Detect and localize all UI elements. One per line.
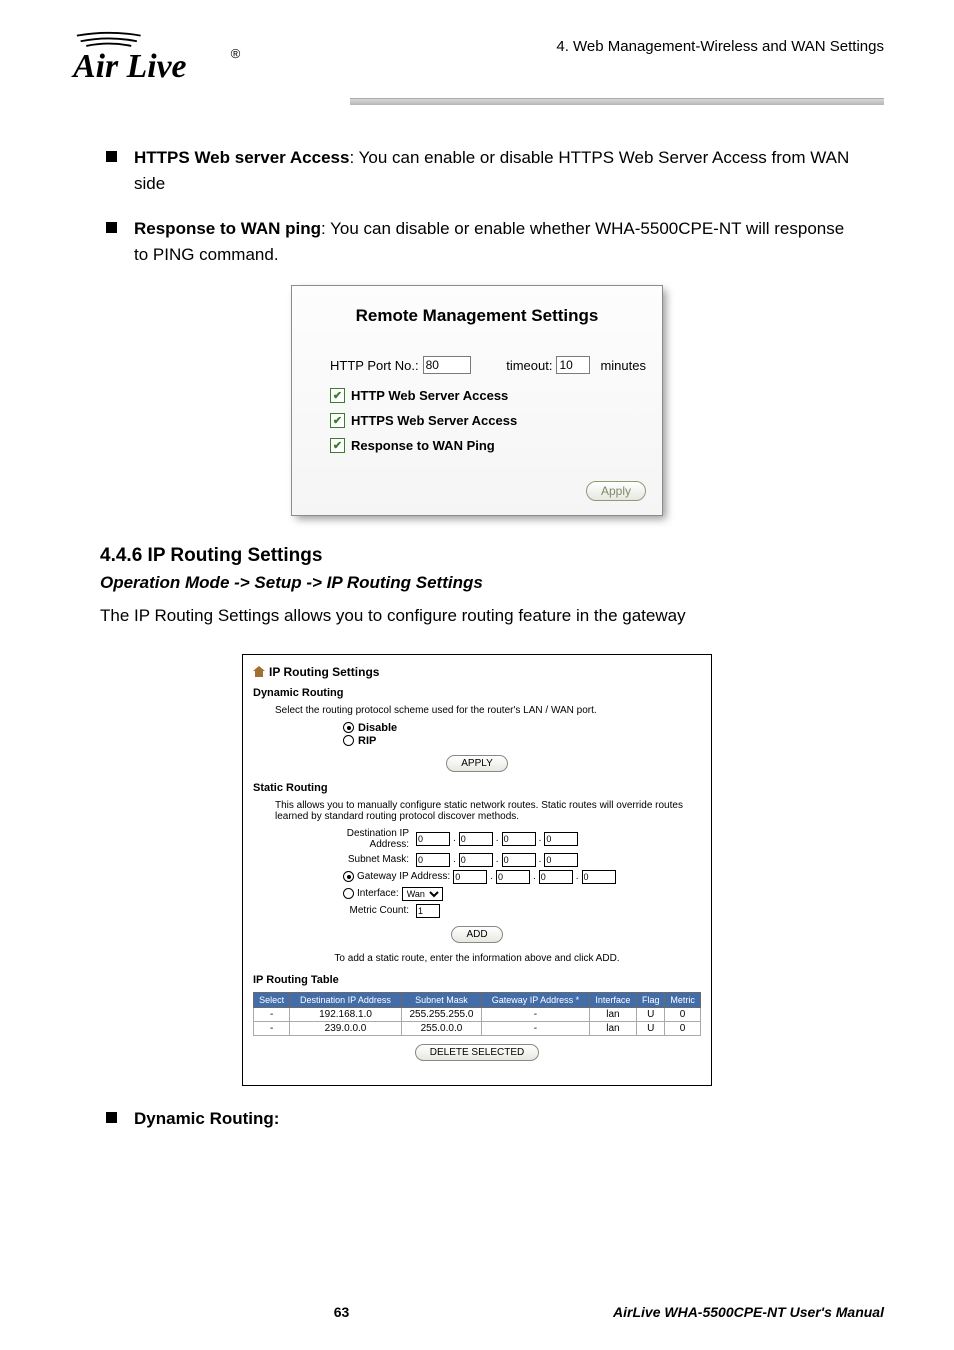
cell-dest: 239.0.0.0 bbox=[290, 1021, 401, 1035]
bullet-dynamic-routing: Dynamic Routing: bbox=[100, 1106, 854, 1132]
home-icon bbox=[253, 666, 265, 677]
dest-ip-3[interactable] bbox=[502, 832, 536, 846]
bullet-label: Response to WAN ping bbox=[134, 219, 321, 238]
th-flag: Flag bbox=[637, 992, 665, 1007]
timeout-unit: minutes bbox=[600, 358, 646, 373]
cell-dest: 192.168.1.0 bbox=[290, 1007, 401, 1021]
cell-metric: 0 bbox=[665, 1007, 701, 1021]
dest-ip-4[interactable] bbox=[544, 832, 578, 846]
cell-gw: - bbox=[482, 1021, 589, 1035]
cell-if: lan bbox=[589, 1007, 637, 1021]
cell-flag: U bbox=[637, 1021, 665, 1035]
bullet-wan-ping: Response to WAN ping: You can disable or… bbox=[100, 216, 854, 269]
header-chapter: 4. Web Management-Wireless and WAN Setti… bbox=[556, 38, 884, 55]
manual-title: AirLive WHA-5500CPE-NT User's Manual bbox=[613, 1304, 884, 1320]
interface-label: Interface: bbox=[357, 888, 399, 899]
cell-mask: 255.255.255.0 bbox=[401, 1007, 482, 1021]
cell-metric: 0 bbox=[665, 1021, 701, 1035]
gw-4[interactable] bbox=[582, 870, 616, 884]
apply-button[interactable]: Apply bbox=[586, 481, 646, 501]
cell-mask: 255.0.0.0 bbox=[401, 1021, 482, 1035]
disable-radio[interactable] bbox=[343, 722, 354, 733]
cell-if: lan bbox=[589, 1021, 637, 1035]
remote-management-panel: Remote Management Settings HTTP Port No.… bbox=[292, 286, 662, 515]
svg-text:®: ® bbox=[231, 46, 241, 61]
panel-title: Remote Management Settings bbox=[308, 306, 646, 326]
rip-radio[interactable] bbox=[343, 735, 354, 746]
th-dest: Destination IP Address bbox=[290, 992, 401, 1007]
th-mask: Subnet Mask bbox=[401, 992, 482, 1007]
cell-flag: U bbox=[637, 1007, 665, 1021]
ip-routing-panel: IP Routing Settings Dynamic Routing Sele… bbox=[242, 654, 712, 1086]
dynamic-routing-text: Select the routing protocol scheme used … bbox=[275, 705, 701, 716]
mask-label: Subnet Mask: bbox=[313, 854, 409, 865]
bullet-label: Dynamic Routing: bbox=[134, 1109, 279, 1128]
static-routing-text: This allows you to manually configure st… bbox=[275, 800, 701, 822]
th-gw: Gateway IP Address * bbox=[482, 992, 589, 1007]
add-route-note: To add a static route, enter the informa… bbox=[253, 953, 701, 964]
brand-logo: Air Live ® bbox=[70, 30, 260, 90]
timeout-input[interactable] bbox=[556, 356, 590, 374]
metric-input[interactable] bbox=[416, 904, 440, 918]
mask-2[interactable] bbox=[459, 853, 493, 867]
gw-3[interactable] bbox=[539, 870, 573, 884]
bullet-https-access: HTTPS Web server Access: You can enable … bbox=[100, 145, 854, 198]
cell-select: - bbox=[254, 1007, 290, 1021]
cell-select: - bbox=[254, 1021, 290, 1035]
rip-radio-label: RIP bbox=[358, 735, 376, 747]
interface-select[interactable]: Wan bbox=[402, 887, 443, 901]
interface-radio[interactable] bbox=[343, 888, 354, 899]
http-access-checkbox[interactable]: ✔ bbox=[330, 388, 345, 403]
disable-radio-label: Disable bbox=[358, 722, 397, 734]
table-row: - 192.168.1.0 255.255.255.0 - lan U 0 bbox=[254, 1007, 701, 1021]
https-access-label: HTTPS Web Server Access bbox=[351, 413, 517, 428]
http-port-input[interactable] bbox=[423, 356, 471, 374]
ip-routing-table: Select Destination IP Address Subnet Mas… bbox=[253, 992, 701, 1036]
page-number: 63 bbox=[334, 1304, 350, 1320]
th-select: Select bbox=[254, 992, 290, 1007]
dynamic-routing-heading: Dynamic Routing bbox=[253, 687, 701, 699]
add-route-button[interactable]: ADD bbox=[451, 926, 502, 943]
th-metric: Metric bbox=[665, 992, 701, 1007]
section-body: The IP Routing Settings allows you to co… bbox=[100, 603, 854, 629]
panel2-title: IP Routing Settings bbox=[269, 665, 379, 679]
svg-text:Air Live: Air Live bbox=[71, 48, 186, 85]
breadcrumb: Operation Mode -> Setup -> IP Routing Se… bbox=[100, 573, 854, 593]
th-if: Interface bbox=[589, 992, 637, 1007]
dest-ip-label: Destination IP Address: bbox=[313, 828, 409, 850]
wan-ping-label: Response to WAN Ping bbox=[351, 438, 495, 453]
metric-label: Metric Count: bbox=[313, 905, 409, 916]
timeout-label: timeout: bbox=[506, 358, 552, 373]
mask-1[interactable] bbox=[416, 853, 450, 867]
section-heading: 4.4.6 IP Routing Settings bbox=[100, 545, 854, 567]
header-divider bbox=[350, 98, 884, 105]
gateway-radio[interactable] bbox=[343, 871, 354, 882]
mask-3[interactable] bbox=[502, 853, 536, 867]
gateway-label: Gateway IP Address: bbox=[357, 871, 450, 882]
bullet-label: HTTPS Web server Access bbox=[134, 148, 349, 167]
table-row: - 239.0.0.0 255.0.0.0 - lan U 0 bbox=[254, 1021, 701, 1035]
delete-selected-button[interactable]: DELETE SELECTED bbox=[415, 1044, 539, 1061]
ip-routing-table-heading: IP Routing Table bbox=[253, 974, 701, 986]
http-access-label: HTTP Web Server Access bbox=[351, 388, 508, 403]
cell-gw: - bbox=[482, 1007, 589, 1021]
http-port-label: HTTP Port No.: bbox=[330, 358, 419, 373]
https-access-checkbox[interactable]: ✔ bbox=[330, 413, 345, 428]
dest-ip-1[interactable] bbox=[416, 832, 450, 846]
wan-ping-checkbox[interactable]: ✔ bbox=[330, 438, 345, 453]
dest-ip-2[interactable] bbox=[459, 832, 493, 846]
mask-4[interactable] bbox=[544, 853, 578, 867]
routing-apply-button[interactable]: APPLY bbox=[446, 755, 508, 772]
static-routing-heading: Static Routing bbox=[253, 782, 701, 794]
gw-1[interactable] bbox=[453, 870, 487, 884]
gw-2[interactable] bbox=[496, 870, 530, 884]
